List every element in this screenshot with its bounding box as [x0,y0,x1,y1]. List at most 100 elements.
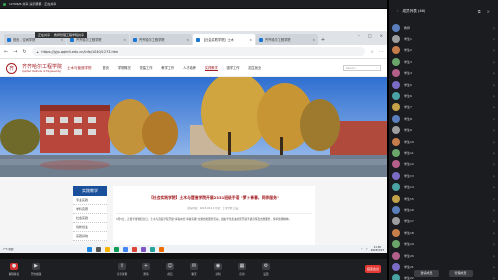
weather-widget[interactable]: 7°C 晴朗 [3,247,13,251]
member-row[interactable]: 学生20 ⦸ [389,250,498,261]
sub-nav-item[interactable]: 创新创业 [73,223,107,232]
site-nav-item[interactable]: 学院概况 [118,65,131,71]
site-nav-item[interactable]: 人才培养 [183,65,196,71]
member-row[interactable]: 学生2 ⦸ [389,45,498,56]
member-row[interactable]: 学生3 ⦸ [389,56,498,67]
member-name: 学生15 [404,196,414,201]
site-search-input[interactable]: Search... ⌕ [343,65,381,71]
member-row[interactable]: 学生13 ⦸ [389,170,498,181]
close-tab-icon[interactable]: × [249,38,252,42]
maximize-icon[interactable]: □ [368,33,372,38]
chrome-icon[interactable] [123,246,129,252]
wifi-icon[interactable]: ◠ [361,248,363,251]
app-icon[interactable] [132,246,138,252]
member-row[interactable]: 学生5 ⦸ [389,79,498,90]
member-row[interactable]: 学生7 ⦸ [389,102,498,113]
site-nav-item[interactable]: 招生就业 [248,65,261,71]
file-explorer-icon[interactable] [105,246,111,252]
search-icon[interactable] [96,246,102,252]
mic-muted-icon: ⦸ [493,253,495,258]
member-row[interactable]: 学生1 ⦸ [389,33,498,44]
avatar [392,251,400,260]
favicon-icon [196,37,200,42]
sub-nav-item[interactable]: 实践基地 [73,232,107,241]
close-tab-icon[interactable]: × [186,38,189,42]
member-name: 学生19 [404,242,414,247]
member-row[interactable]: 教师 ⦸ [389,22,498,33]
sub-nav-item[interactable]: 社会实践 [73,214,107,223]
new-tab-button[interactable]: + [319,34,327,45]
mic-muted-icon: ⦸ [493,71,495,76]
member-row[interactable]: 学生19 ⦸ [389,238,498,249]
college-name: 土木与营造学院 [67,65,92,70]
minimize-icon[interactable]: – [358,33,360,38]
close-window-icon[interactable]: × [380,33,383,38]
end-meeting-button[interactable]: 结束会议 [365,265,381,273]
content-area: 实践教学 专业实践 学科竞赛 社会实践 创新创业 实践基地 【社会实践学院】土木… [0,177,387,253]
close-tab-icon[interactable]: × [123,38,126,42]
invite-button[interactable]: + 邀请 [136,263,156,276]
member-row[interactable]: 学生18 ⦸ [389,227,498,238]
avatar [392,228,400,237]
window-controls: – □ × [358,33,383,38]
reload-icon[interactable]: ↻ [22,49,26,55]
member-row[interactable]: 学生16 ⦸ [389,204,498,215]
member-row[interactable]: 学生8 ⦸ [389,113,498,124]
search-icon[interactable]: ⌕ [377,67,378,70]
site-nav-item[interactable]: 教学工作 [161,65,174,71]
browser-tab[interactable]: 齐齐哈尔工程学院 × [256,34,318,45]
member-name: 学生16 [404,207,414,212]
member-row[interactable]: 学生12 ⦸ [389,159,498,170]
campus-banner-image [0,77,387,177]
sub-nav-item[interactable]: 学科竞赛 [73,205,107,214]
extensions-icon[interactable]: ⋯ [379,49,383,54]
share-screen-button[interactable]: ⇧ 共享屏幕 [112,263,132,276]
site-nav-item-active[interactable]: 实践教学 [204,65,218,71]
sub-nav: 实践教学 专业实践 学科竞赛 社会实践 创新创业 实践基地 [73,186,107,241]
close-tab-icon[interactable]: × [60,38,63,42]
app-icon[interactable] [150,246,156,252]
settings-button[interactable]: ⚙ 设置 [256,263,276,276]
camera-icon: ▶ [32,263,40,270]
member-row[interactable]: 学生6 ⦸ [389,90,498,101]
member-name: 学生18 [404,230,414,235]
member-row[interactable]: 学生15 ⦸ [389,193,498,204]
site-nav-item[interactable]: 团学工作 [227,65,240,71]
tab-label: 齐齐哈尔工程学院 [265,38,291,42]
site-nav-item[interactable]: 党建工作 [140,65,153,71]
member-row[interactable]: 学生14 ⦸ [389,181,498,192]
forward-icon[interactable]: → [13,49,17,55]
apps-button[interactable]: ▦ 应用 [232,263,252,276]
close-tab-icon[interactable]: × [312,38,315,42]
chat-button[interactable]: ✉ 聊天 [184,263,204,276]
browser-tab-active[interactable]: 【社会实践学院】土木 × [193,34,255,45]
member-row[interactable]: 学生11 ⦸ [389,147,498,158]
members-button[interactable]: ☺ 成员 [160,263,180,276]
start-icon[interactable] [87,246,93,252]
member-row[interactable]: 学生17 ⦸ [389,216,498,227]
mic-muted-icon: ⦸ [493,185,495,190]
clock[interactable]: 11:30 2023/3/13 [371,246,384,252]
star-icon[interactable]: ☆ [370,49,374,54]
app-icon[interactable] [159,246,165,252]
edge-icon[interactable] [114,246,120,252]
member-name: 学生9 [404,128,412,133]
avatar [392,148,400,157]
manage-members-button[interactable]: 管理成员 [448,270,473,277]
record-button[interactable]: ◉ 录制 [208,263,228,276]
volume-icon[interactable]: ♪ [366,248,368,251]
member-row[interactable]: 学生4 ⦸ [389,68,498,79]
invite-members-button[interactable]: 邀请成员 [414,270,439,277]
member-row[interactable]: 学生10 ⦸ [389,136,498,147]
site-nav-item[interactable]: 首页 [103,65,109,71]
url-field[interactable]: 🔒︎ https://jyjp.qqhrit.edu.cn/info/1040/… [31,47,366,56]
tab-label: 首页 - 空间学院 [13,38,36,42]
app-icon[interactable] [141,246,147,252]
member-name: 学生17 [404,219,414,224]
browser-tab[interactable]: 齐齐哈尔工程学院 × [130,34,192,45]
back-icon[interactable]: ← [4,49,8,55]
video-button[interactable]: ▶ 开启视频 [26,263,46,276]
mute-button[interactable]: ● 解除静音 [4,263,24,276]
sub-nav-item[interactable]: 专业实践 [73,196,107,205]
member-row[interactable]: 学生9 ⦸ [389,125,498,136]
